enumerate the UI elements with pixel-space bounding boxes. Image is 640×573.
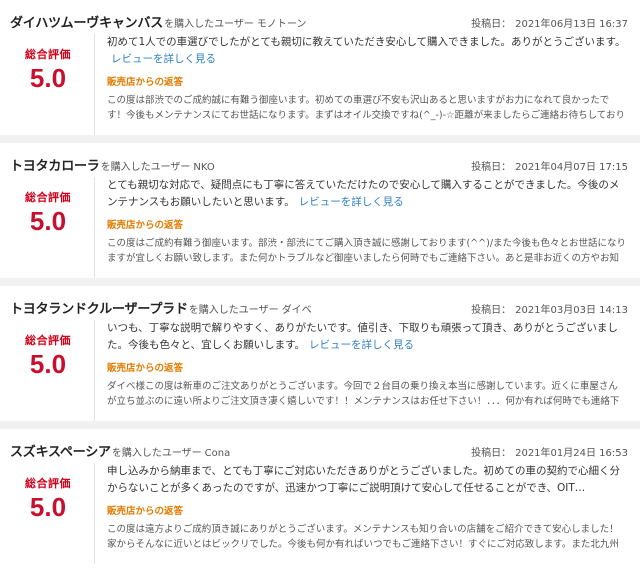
score-label: 総合評価 (25, 334, 71, 347)
review-header: トヨタカローラ を購入したユーザー NKO 投稿日： 2021年04月07日 17… (10, 155, 628, 175)
review-separator (0, 135, 640, 143)
review-comment: 初めて1人での車選びでしたがとても親切に教えていただき安心して購入できました。あ… (107, 34, 626, 68)
review-comment: いつも、丁寧な説明で解りやすく、ありがたいです。値引き、下取りも頑張って頂き、あ… (107, 320, 626, 354)
score-value: 5.0 (29, 206, 67, 236)
review-comment-text: 初めて1人での車選びでしたがとても親切に教えていただき安心して購入できました。あ… (107, 36, 626, 48)
review-detail-link[interactable]: レビューを詳しく見る (309, 339, 414, 351)
car-name[interactable]: トヨタランドクルーザープラド (10, 298, 188, 317)
shop-reply-heading: 販売店からの返答 (107, 220, 184, 231)
user-name: モノトーン (256, 19, 307, 30)
review-comment: 申し込みから納車まで、とても丁寧にご対応いただきありがとうございました。初めての… (107, 463, 626, 497)
review-body: いつも、丁寧な説明で解りやすく、ありがたいです。値引き、下取りも頑張って頂き、あ… (94, 320, 626, 421)
buyer-label: を購入したユーザー (100, 162, 191, 173)
score-label: 総合評価 (25, 191, 71, 204)
shop-reply-text: ダイベ様この度は新車のご注文ありがとうございます。今回で２台目の乗り換え本当に感… (107, 381, 620, 407)
review-card: トヨタカローラ を購入したユーザー NKO 投稿日： 2021年04月07日 17… (0, 143, 640, 286)
posted-date-value: 2021年06月13日 16:37 (515, 19, 628, 30)
review-body: とても親切な対応で、疑問点にも丁寧に答えていただけたので安心して購入することがで… (94, 177, 626, 278)
buyer-label: を購入したユーザー (164, 19, 254, 30)
overall-score: 総合評価 5.0 (16, 332, 80, 380)
score-label: 総合評価 (25, 477, 71, 490)
buyer-label: を購入したユーザー (188, 305, 279, 316)
review-header: ダイハツムーヴキャンバス を購入したユーザー モノトーン 投稿日： 2021年06… (10, 12, 628, 32)
overall-score: 総合評価 5.0 (16, 46, 80, 94)
posted-date-value: 2021年03月03日 14:13 (515, 305, 628, 316)
review-header: スズキスペーシア を購入したユーザー Cona 投稿日： 2021年01月24日 … (10, 441, 628, 461)
posted-date: 投稿日： 2021年06月13日 16:37 (471, 15, 628, 30)
review-body: 初めて1人での車選びでしたがとても親切に教えていただき安心して購入できました。あ… (94, 34, 626, 135)
buyer-label: を購入したユーザー (111, 448, 202, 459)
review-card: ダイハツムーヴキャンバス を購入したユーザー モノトーン 投稿日： 2021年06… (0, 0, 640, 143)
car-name[interactable]: スズキスペーシア (10, 441, 111, 460)
car-name[interactable]: トヨタカローラ (10, 155, 100, 174)
user-name: NKO (193, 162, 215, 173)
posted-label: 投稿日： (471, 162, 512, 173)
posted-label: 投稿日： (471, 448, 512, 459)
posted-date: 投稿日： 2021年03月03日 14:13 (471, 301, 628, 316)
score-label: 総合評価 (25, 48, 71, 61)
review-card: トヨタランドクルーザープラド を購入したユーザー ダイベ 投稿日： 2021年03… (0, 286, 640, 429)
user-name: Cona (204, 448, 231, 459)
shop-reply-heading: 販売店からの返答 (107, 506, 184, 517)
review-card: スズキスペーシア を購入したユーザー Cona 投稿日： 2021年01月24日 … (0, 429, 640, 572)
review-separator (0, 421, 640, 429)
review-comment: とても親切な対応で、疑問点にも丁寧に答えていただけたので安心して購入することがで… (107, 177, 626, 211)
posted-date-value: 2021年01月24日 16:53 (515, 448, 628, 459)
review-list: ダイハツムーヴキャンバス を購入したユーザー モノトーン 投稿日： 2021年06… (0, 0, 640, 573)
review-body: 申し込みから納車まで、とても丁寧にご対応いただきありがとうございました。初めての… (94, 463, 626, 564)
score-value: 5.0 (29, 63, 67, 93)
shop-reply-text: この度は部渋でのご成約誠に有難う御座います。初めての車選び不安も沢山あると思いま… (107, 95, 626, 121)
user-name: ダイベ (281, 305, 312, 316)
shop-reply-heading: 販売店からの返答 (107, 363, 184, 374)
score-value: 5.0 (29, 492, 67, 522)
overall-score: 総合評価 5.0 (16, 189, 80, 237)
review-separator (0, 278, 640, 286)
shop-reply-text: この度は遠方よりご成約頂き誠にありがとうございます。メンテナンスも知り合いの店舗… (107, 524, 619, 550)
review-detail-link[interactable]: レビューを詳しく見る (111, 53, 216, 65)
review-detail-link[interactable]: レビューを詳しく見る (299, 196, 404, 208)
score-value: 5.0 (29, 349, 67, 379)
posted-date: 投稿日： 2021年04月07日 17:15 (471, 158, 628, 173)
shop-reply-text: この度はご成約有難う御座います。部渋・部渋にてご購入頂き誠に感謝しております(^… (107, 238, 626, 264)
shop-reply-heading: 販売店からの返答 (107, 77, 184, 88)
review-header: トヨタランドクルーザープラド を購入したユーザー ダイベ 投稿日： 2021年03… (10, 298, 628, 318)
posted-date: 投稿日： 2021年01月24日 16:53 (471, 444, 628, 459)
overall-score: 総合評価 5.0 (16, 475, 80, 523)
posted-date-value: 2021年04月07日 17:15 (515, 162, 628, 173)
posted-label: 投稿日： (471, 19, 512, 30)
car-name[interactable]: ダイハツムーヴキャンバス (10, 12, 163, 31)
review-comment-text: 申し込みから納車まで、とても丁寧にご対応いただきありがとうございました。初めての… (107, 465, 621, 494)
posted-label: 投稿日： (471, 305, 512, 316)
